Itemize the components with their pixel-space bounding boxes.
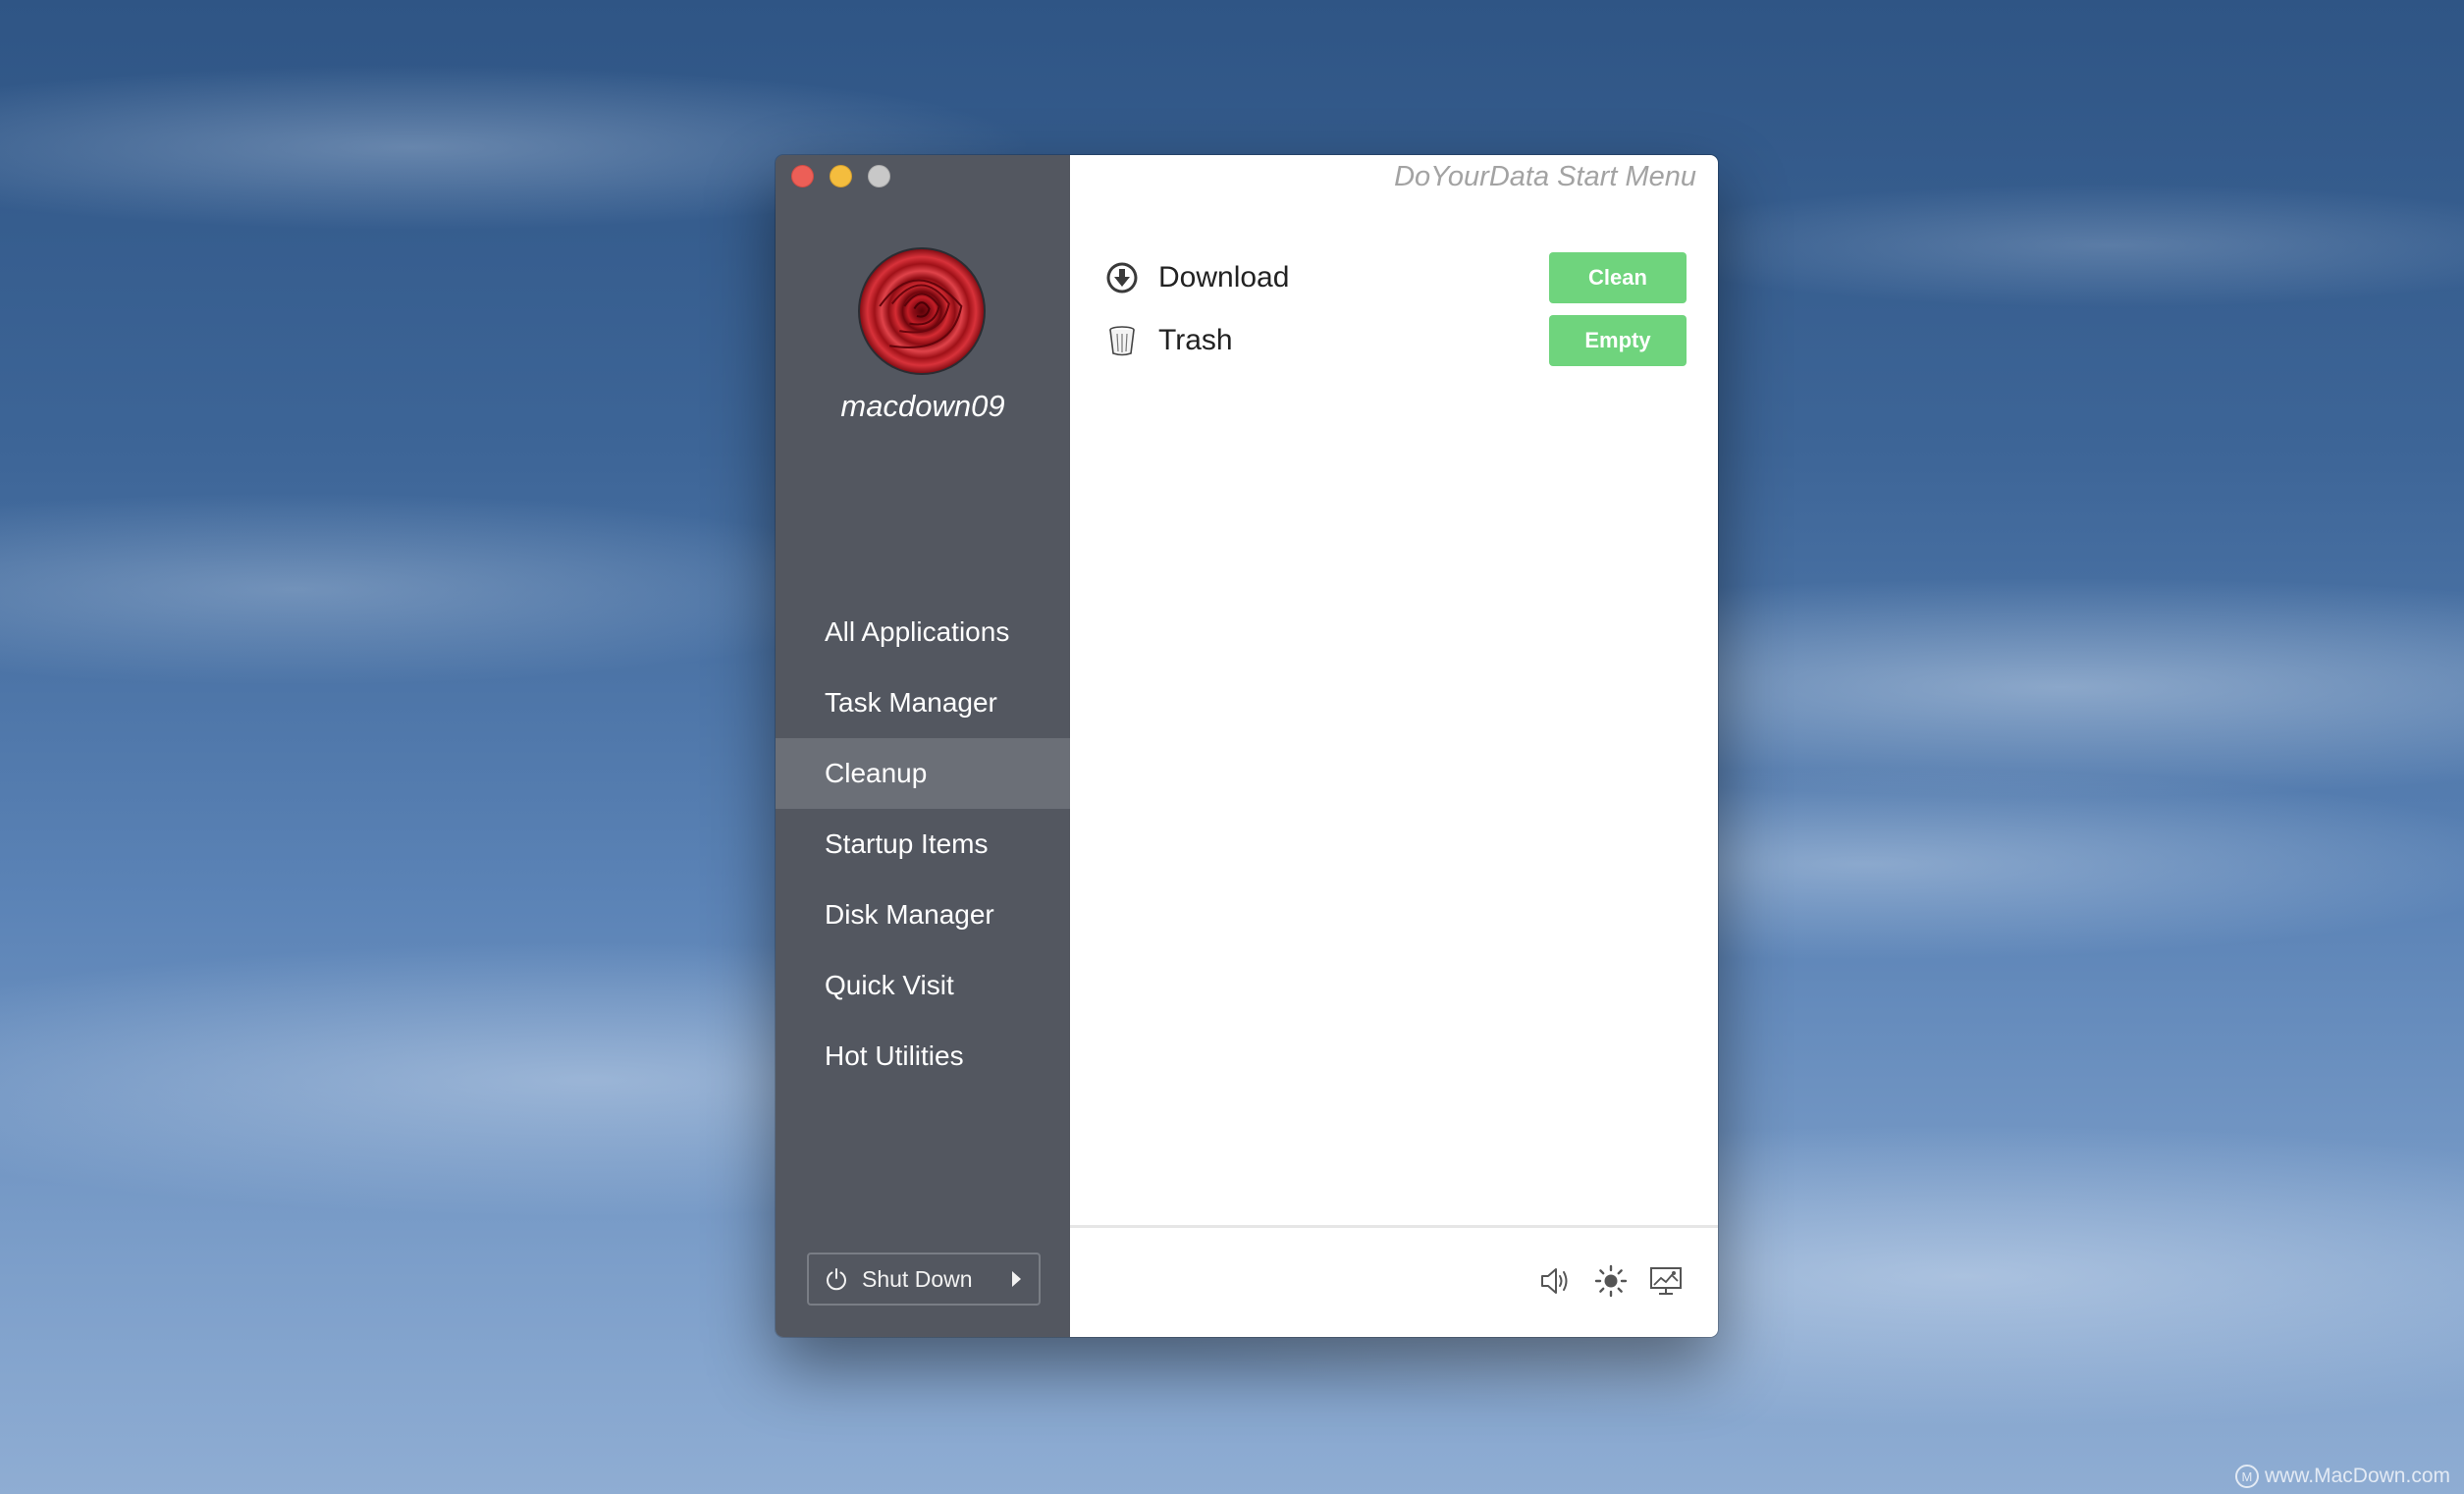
trash-icon xyxy=(1105,324,1139,357)
app-window: macdown09 All Applications Task Manager … xyxy=(776,155,1718,1337)
sidebar-item-startup-items[interactable]: Startup Items xyxy=(776,809,1070,880)
watermark-text: www.MacDown.com xyxy=(2264,1465,2450,1487)
shut-down-button[interactable]: Shut Down xyxy=(807,1253,1041,1306)
volume-icon[interactable] xyxy=(1539,1264,1573,1298)
cleanup-row-trash: Trash Empty xyxy=(1105,315,1687,366)
sidebar-item-all-applications[interactable]: All Applications xyxy=(776,597,1070,667)
trash-label: Trash xyxy=(1158,324,1233,356)
watermark: M www.MacDown.com xyxy=(2234,1465,2450,1488)
close-window-button[interactable] xyxy=(791,165,814,187)
footer-controls xyxy=(1539,1264,1683,1298)
zoom-window-button[interactable] xyxy=(868,165,890,187)
avatar[interactable] xyxy=(858,247,986,375)
sidebar-item-disk-manager[interactable]: Disk Manager xyxy=(776,880,1070,950)
sidebar-item-task-manager[interactable]: Task Manager xyxy=(776,667,1070,738)
display-icon[interactable] xyxy=(1649,1264,1683,1298)
sidebar-item-hot-utilities[interactable]: Hot Utilities xyxy=(776,1021,1070,1092)
macdown-logo-icon: M xyxy=(2234,1465,2259,1488)
shut-down-label: Shut Down xyxy=(862,1265,973,1292)
empty-button[interactable]: Empty xyxy=(1549,315,1687,366)
rose-avatar-icon xyxy=(879,279,963,348)
clean-button[interactable]: Clean xyxy=(1549,252,1687,303)
username: macdown09 xyxy=(840,389,1005,423)
caret-right-icon[interactable] xyxy=(1012,1271,1021,1287)
footer-divider xyxy=(1070,1225,1718,1228)
app-title: DoYourData Start Menu xyxy=(1394,161,1696,192)
sidebar-nav: All Applications Task Manager Cleanup St… xyxy=(776,597,1070,1092)
sidebar: macdown09 All Applications Task Manager … xyxy=(776,155,1070,1337)
download-icon xyxy=(1105,261,1139,294)
minimize-window-button[interactable] xyxy=(830,165,852,187)
window-controls xyxy=(791,165,890,187)
power-icon xyxy=(825,1267,848,1291)
brightness-icon[interactable] xyxy=(1594,1264,1628,1298)
download-label: Download xyxy=(1158,261,1290,293)
sidebar-item-quick-visit[interactable]: Quick Visit xyxy=(776,950,1070,1021)
main-pane: DoYourData Start Menu Download Clean Tra… xyxy=(1070,155,1718,1337)
sidebar-item-cleanup[interactable]: Cleanup xyxy=(776,738,1070,809)
cleanup-row-download: Download Clean xyxy=(1105,252,1687,303)
